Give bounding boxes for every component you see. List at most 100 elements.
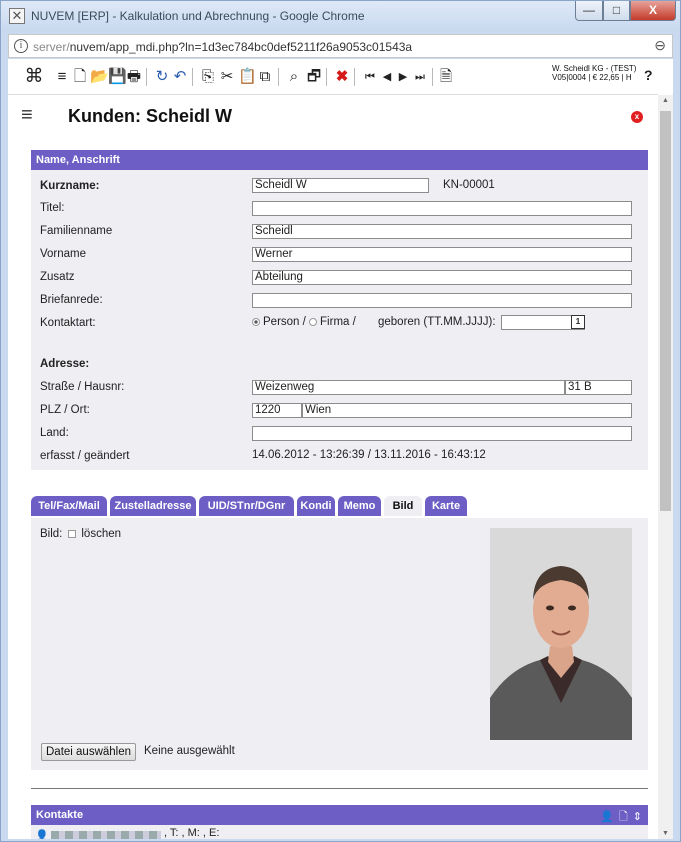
file-status: Keine ausgewählt: [144, 745, 235, 757]
tab-karte[interactable]: Karte: [425, 496, 467, 516]
url-text[interactable]: server/nuvem/app_mdi.php?ln=1d3ec784bc0d…: [33, 40, 412, 54]
firma-radio-label: Firma /: [320, 316, 356, 328]
briefanrede-field[interactable]: [252, 293, 632, 308]
url-path: nuvem/app_mdi.php?ln=1d3ec784bc0def5211f…: [69, 40, 413, 54]
minimize-button[interactable]: —: [575, 1, 603, 21]
duplicate-icon[interactable]: ⧉: [257, 67, 273, 87]
title-bar: ✕ NUVEM [ERP] - Kalkulation und Abrechnu…: [1, 1, 680, 31]
menu-icon[interactable]: ≡: [54, 67, 70, 87]
portrait-image: [490, 528, 632, 740]
close-record-icon[interactable]: x: [631, 111, 643, 123]
last-record-icon[interactable]: ⏭: [412, 67, 428, 87]
info-icon[interactable]: i: [14, 39, 28, 53]
tab-kondi[interactable]: Kondi: [297, 496, 335, 516]
page-viewport: ⌘ ≡ 🗋 📂 💾 🖶 ↻ ↶ ⎘ ✂ 📋 ⧉ ⌕ 🗗 ✖ ⏮ ◀ ▶ ⏭ 🗎 …: [8, 59, 673, 839]
delete-icon[interactable]: ✖: [334, 67, 350, 87]
help-icon[interactable]: ?: [644, 67, 653, 83]
land-field[interactable]: [252, 426, 632, 441]
toolbar-separator: [326, 68, 327, 86]
save-icon[interactable]: 💾: [108, 67, 127, 87]
add-contact-icon[interactable]: 👤: [600, 811, 614, 823]
titel-label: Titel:: [40, 202, 65, 214]
previous-record-icon[interactable]: ◀: [380, 67, 394, 87]
maximize-button[interactable]: □: [603, 1, 630, 21]
new-document-icon[interactable]: 🗋: [619, 811, 628, 823]
erfasst-value: 14.06.2012 - 13:26:39 / 13.11.2016 - 16:…: [252, 449, 486, 461]
next-record-icon[interactable]: ▶: [396, 67, 410, 87]
status-company: W. Scheidl KG - (TEST): [552, 64, 637, 73]
ort-field[interactable]: Wien: [302, 403, 632, 418]
kurzname-field[interactable]: Scheidl W: [252, 178, 429, 193]
status-mini: W. Scheidl KG - (TEST) V05|0004 | € 22,6…: [552, 64, 642, 82]
zoom-icon[interactable]: ⊖: [654, 37, 666, 54]
tab-uid-stnr-dgnr[interactable]: UID/STnr/DGnr: [199, 496, 294, 516]
toolbar: ⌘ ≡ 🗋 📂 💾 🖶 ↻ ↶ ⎘ ✂ 📋 ⧉ ⌕ 🗗 ✖ ⏮ ◀ ▶ ⏭ 🗎 …: [8, 59, 658, 95]
erfasst-label: erfasst / geändert: [40, 450, 130, 462]
hausnr-field[interactable]: 31 B: [565, 380, 632, 395]
loeschen-label: löschen: [81, 528, 122, 540]
vorname-field[interactable]: Werner: [252, 247, 632, 262]
strasse-field[interactable]: Weizenweg: [252, 380, 565, 395]
scroll-up-icon[interactable]: ▲: [658, 97, 673, 104]
toolbar-separator: [146, 68, 147, 86]
vertical-scrollbar[interactable]: ▲ ▼: [658, 95, 673, 839]
plzort-label: PLZ / Ort:: [40, 404, 90, 416]
titel-field[interactable]: [252, 201, 632, 216]
app-logo-icon[interactable]: ⌘: [24, 67, 44, 87]
toolbar-separator: [354, 68, 355, 86]
tab-bild[interactable]: Bild: [384, 496, 422, 516]
address-bar[interactable]: i server/nuvem/app_mdi.php?ln=1d3ec784bc…: [8, 34, 673, 58]
window-icon[interactable]: 🗗: [306, 67, 322, 87]
undo-icon[interactable]: ↶: [172, 67, 188, 87]
customer-photo: [490, 528, 632, 740]
bild-label: Bild:: [40, 528, 63, 540]
detail-tabs: Tel/Fax/Mail Zustelladresse UID/STnr/DGn…: [31, 496, 648, 519]
close-window-button[interactable]: X: [630, 1, 676, 21]
new-document-icon[interactable]: 🗋: [72, 67, 88, 87]
person-radio[interactable]: [252, 317, 260, 326]
print-icon[interactable]: 🖶: [126, 67, 142, 87]
copy-icon[interactable]: ⎘: [200, 67, 216, 87]
open-folder-icon[interactable]: 📂: [90, 67, 109, 87]
paste-icon[interactable]: 📋: [238, 67, 257, 87]
familienname-field[interactable]: Scheidl: [252, 224, 632, 239]
tab-tel-fax-mail[interactable]: Tel/Fax/Mail: [31, 496, 107, 516]
name-address-section: Name, Anschrift Kurzname: Scheidl W KN-0…: [31, 150, 648, 470]
calendar-button[interactable]: 1: [571, 315, 585, 329]
toolbar-separator: [192, 68, 193, 86]
cut-icon[interactable]: ✂: [219, 67, 235, 87]
contact-name-redacted: [51, 831, 161, 839]
page-title: Kunden: Scheidl W: [68, 106, 232, 126]
zusatz-label: Zusatz: [40, 271, 75, 283]
export-icon[interactable]: 🗎: [438, 67, 454, 87]
loeschen-checkbox[interactable]: [68, 529, 77, 538]
browser-window: ✕ NUVEM [ERP] - Kalkulation und Abrechnu…: [0, 0, 681, 842]
familienname-label: Familienname: [40, 225, 113, 237]
firma-radio[interactable]: [309, 317, 318, 326]
zusatz-field[interactable]: Abteilung: [252, 270, 632, 285]
sort-icon[interactable]: ⇕: [633, 811, 642, 823]
search-binoculars-icon[interactable]: ⌕: [286, 67, 302, 87]
tab-zustelladresse[interactable]: Zustelladresse: [110, 496, 196, 516]
kontaktart-label: Kontaktart:: [40, 317, 96, 329]
url-host: server/: [33, 40, 70, 54]
refresh-icon[interactable]: ↻: [154, 67, 170, 87]
tab-memo[interactable]: Memo: [338, 496, 381, 516]
page-header: ≡ Kunden: Scheidl W x: [8, 96, 658, 136]
contacts-actions: 👤 🗋 ⇕: [595, 808, 642, 827]
hamburger-menu-icon[interactable]: ≡: [21, 104, 33, 127]
strasse-label: Straße / Hausnr:: [40, 381, 125, 393]
section-header: Kontakte: [31, 805, 648, 825]
briefanrede-label: Briefanrede:: [40, 294, 103, 306]
toolbar-separator: [432, 68, 433, 86]
first-record-icon[interactable]: ⏮: [362, 67, 378, 87]
bild-panel: Bild: löschen Datei auswählen Keine ausge…: [31, 518, 648, 770]
contacts-section: Kontakte 👤 🗋 ⇕ 👤 , T: , M: , E:: [31, 805, 648, 839]
scrollbar-thumb[interactable]: [660, 111, 671, 511]
status-details: V05|0004 | € 22,65 | H: [552, 73, 632, 82]
choose-file-button[interactable]: Datei auswählen: [41, 743, 137, 761]
plz-field[interactable]: 1220: [252, 403, 302, 418]
vorname-label: Vorname: [40, 248, 87, 260]
contact-line[interactable]: , T: , M: , E:: [164, 827, 219, 839]
scroll-down-icon[interactable]: ▼: [658, 830, 673, 837]
